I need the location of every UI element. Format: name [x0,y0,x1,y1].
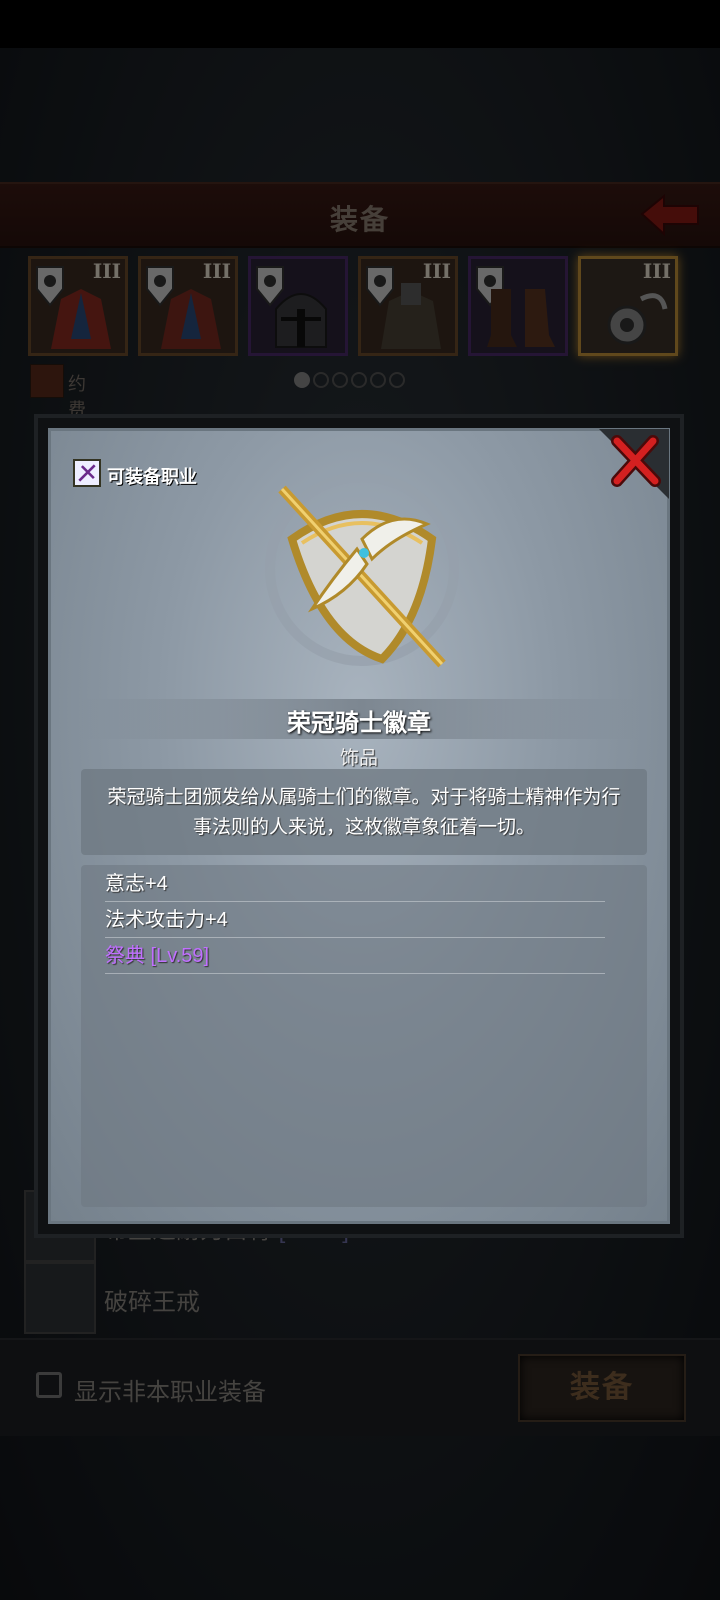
description-box: 荣冠骑士团颁发给从属骑士们的徽章。对于将骑士精神作为行事法则的人来说，这枚徽章象… [81,769,647,855]
item-title: 荣冠骑士徽章 [287,710,431,737]
item-description: 荣冠骑士团颁发给从属骑士们的徽章。对于将骑士精神作为行事法则的人来说，这枚徽章象… [107,787,621,838]
status-bar [0,0,720,48]
stats-box: 意志+4 法术攻击力+4 祭典 [Lv.59] [81,865,647,1207]
stat-row: 意志+4 [105,867,605,902]
stat-row: 法术攻击力+4 [105,903,605,938]
job-label: 可装备职业 [107,467,197,487]
knight-emblem-icon [265,472,459,668]
set-bonus-row: 祭典 [Lv.59] [105,939,605,974]
item-detail-modal: 可装备职业 荣冠骑士徽章 饰品 荣冠骑士团颁发给从属骑士们的徽章。对于将骑士精神… [34,414,684,1238]
job-class-icon [73,459,101,487]
item-type: 饰品 [339,748,378,769]
close-icon[interactable] [609,435,661,487]
modal-panel: 可装备职业 荣冠骑士徽章 饰品 荣冠骑士团颁发给从属骑士们的徽章。对于将骑士精神… [48,428,670,1224]
